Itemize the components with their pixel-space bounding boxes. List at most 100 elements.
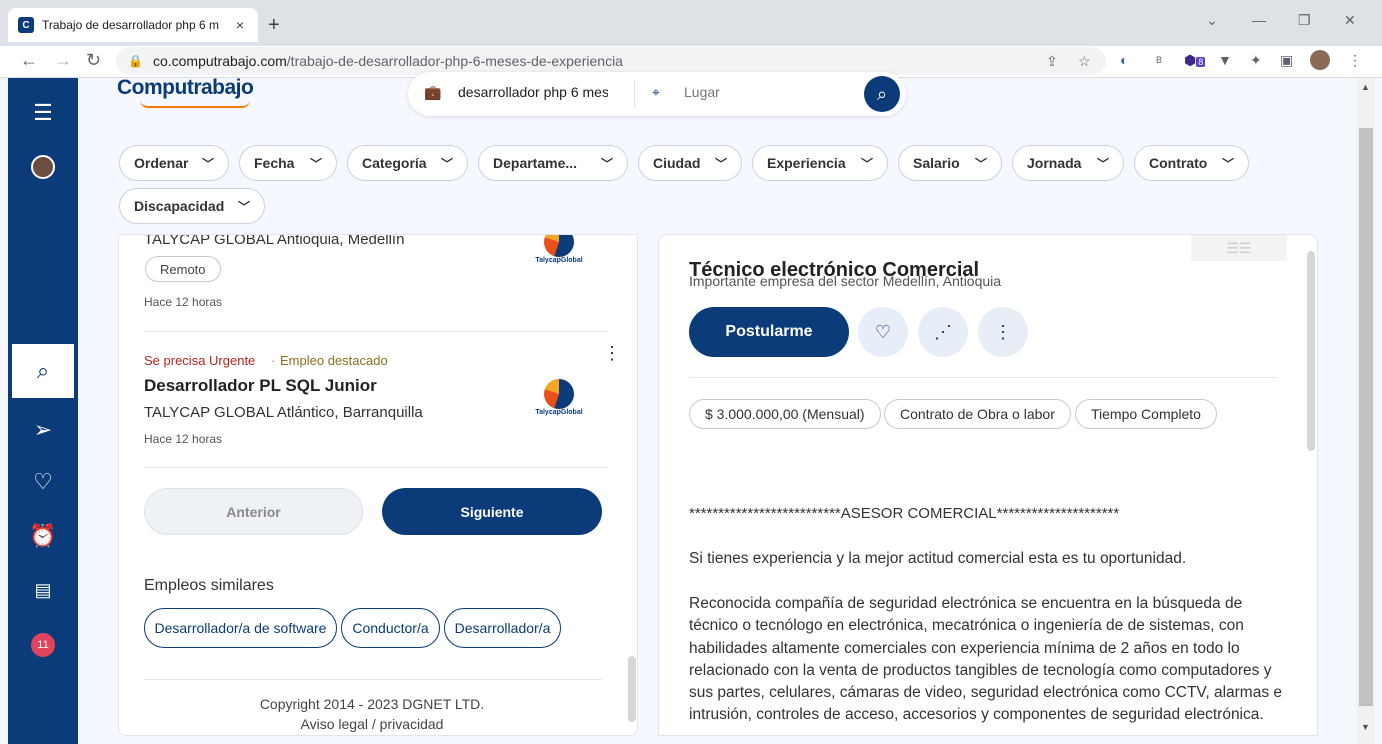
filter-categoria[interactable]: Categoría ﹀ bbox=[347, 145, 468, 181]
talycap-logo: TalycapGlobal bbox=[534, 379, 584, 419]
chevron-down-icon: ﹀ bbox=[1221, 156, 1234, 171]
job-list-scrollbar[interactable] bbox=[628, 656, 636, 722]
job1-company[interactable]: TALYCAP GLOBAL Antioquia, Medellín bbox=[144, 235, 404, 248]
filter-label: Jornada bbox=[1027, 155, 1082, 171]
similar-job-software[interactable]: Desarrollador/a de software bbox=[144, 608, 337, 648]
featured-label: Empleo destacado bbox=[280, 353, 388, 368]
alarm-bell-icon[interactable]: ⏰ bbox=[8, 518, 78, 554]
scroll-up-arrow-icon[interactable]: ▲ bbox=[1361, 82, 1370, 92]
send-icon[interactable]: ➢ bbox=[8, 412, 78, 448]
app-sidebar: ☰ ⌕ ➢ ♡ ⏰ ▤ 11 bbox=[8, 78, 78, 744]
similar-jobs-heading: Empleos similares bbox=[144, 577, 274, 594]
bookmark-star-icon[interactable]: ☆ bbox=[1078, 53, 1091, 70]
computrabajo-logo[interactable]: Computrabajo bbox=[117, 76, 254, 100]
filter-label: Categoría bbox=[362, 155, 427, 171]
share-icon[interactable]: ⋰ bbox=[918, 307, 968, 357]
hamburger-menu-icon[interactable]: ☰ bbox=[8, 98, 78, 128]
forward-icon[interactable]: → bbox=[54, 50, 72, 71]
notifications-item[interactable]: 11 bbox=[8, 630, 78, 660]
apply-button[interactable]: Postularme bbox=[689, 307, 849, 357]
notification-badge: 11 bbox=[31, 633, 55, 657]
resume-search-icon[interactable]: ▤ bbox=[8, 572, 78, 608]
tab-title: Trabajo de desarrollador php 6 m bbox=[42, 18, 219, 32]
job-detail-title: Técnico electrónico Comercial bbox=[689, 259, 980, 281]
scroll-down-arrow-icon[interactable]: ▼ bbox=[1361, 722, 1370, 732]
filter-jornada[interactable]: Jornada ﹀ bbox=[1012, 145, 1124, 181]
job2-title[interactable]: Desarrollador PL SQL Junior bbox=[144, 376, 377, 396]
browser-menu-icon[interactable]: ⋮ bbox=[1348, 52, 1362, 69]
favorite-heart-icon[interactable]: ♡ bbox=[858, 307, 908, 357]
legal-link[interactable]: Aviso legal / privacidad bbox=[119, 716, 632, 732]
chevron-down-icon: ﹀ bbox=[201, 156, 214, 171]
search-input[interactable]: desarrollador php 6 mes bbox=[458, 84, 608, 100]
filter-label: Salario bbox=[913, 155, 960, 171]
filter-salario[interactable]: Salario ﹀ bbox=[898, 145, 1002, 181]
heart-icon[interactable]: ♡ bbox=[8, 464, 78, 500]
divider bbox=[689, 377, 1277, 378]
back-icon[interactable]: ← bbox=[20, 50, 38, 71]
profile-avatar[interactable] bbox=[1310, 50, 1330, 70]
briefcase-icon: 💼 bbox=[424, 84, 442, 100]
chevron-down-icon: ﹀ bbox=[714, 156, 727, 171]
chevron-down-icon: ﹀ bbox=[237, 199, 250, 214]
new-tab-button[interactable]: + bbox=[268, 14, 280, 37]
reload-icon[interactable]: ↻ bbox=[86, 50, 101, 71]
filter-departamento[interactable]: Departame... ﹀ bbox=[478, 145, 628, 181]
lock-icon: 🔒 bbox=[128, 54, 143, 68]
location-input[interactable]: Lugar bbox=[684, 84, 720, 100]
talycap-logo-mark bbox=[544, 235, 574, 257]
divider bbox=[144, 331, 608, 332]
avatar bbox=[31, 155, 55, 179]
schedule-tag: Tiempo Completo bbox=[1075, 399, 1217, 429]
extension-v-icon[interactable]: ▼ bbox=[1218, 52, 1232, 68]
filter-discapacidad[interactable]: Discapacidad ﹀ bbox=[119, 188, 265, 224]
extension-badge: 8 bbox=[1196, 57, 1206, 67]
search-submit-button[interactable]: ⌕ bbox=[864, 76, 900, 112]
search-icon[interactable]: ⌕ bbox=[12, 344, 74, 398]
filter-label: Ciudad bbox=[653, 155, 701, 171]
divider bbox=[144, 467, 608, 468]
job-options-icon[interactable]: ⋮ bbox=[603, 343, 621, 364]
job1-time: Hace 12 horas bbox=[144, 295, 223, 309]
search-bar: 💼 desarrollador php 6 mes ⌖ Lugar ⌕ bbox=[408, 72, 906, 116]
filter-ordenar[interactable]: Ordenar ﹀ bbox=[119, 145, 229, 181]
job2-company[interactable]: TALYCAP GLOBAL Atlántico, Barranquilla bbox=[144, 404, 423, 421]
talycap-logo-mark bbox=[544, 379, 574, 409]
more-options-icon[interactable]: ⋮ bbox=[978, 307, 1028, 357]
filter-contrato[interactable]: Contrato ﹀ bbox=[1134, 145, 1249, 181]
next-page-button[interactable]: Siguiente bbox=[382, 488, 602, 535]
copyright-text: Copyright 2014 - 2023 DGNET LTD. bbox=[259, 696, 485, 712]
tab-search-chevron-icon[interactable]: ⌄ bbox=[1206, 12, 1218, 29]
extension-hexagon-icon[interactable]: ⬢ 8 bbox=[1184, 52, 1206, 69]
minimize-icon[interactable]: — bbox=[1252, 12, 1266, 28]
page-scrollbar-thumb[interactable] bbox=[1359, 128, 1373, 706]
extensions-puzzle-icon[interactable]: ✦ bbox=[1250, 52, 1262, 69]
description-para1: Si tienes experiencia y la mejor actitud… bbox=[689, 550, 1187, 567]
similar-job-conductor[interactable]: Conductor/a bbox=[341, 608, 440, 648]
previous-page-button[interactable]: Anterior bbox=[144, 488, 363, 535]
filter-experiencia[interactable]: Experiencia ﹀ bbox=[752, 145, 888, 181]
chevron-down-icon: ﹀ bbox=[440, 156, 453, 171]
filter-ciudad[interactable]: Ciudad ﹀ bbox=[638, 145, 742, 181]
separator-dot: · bbox=[271, 353, 276, 368]
close-window-icon[interactable]: ✕ bbox=[1344, 12, 1356, 29]
extension-b-icon[interactable]: B bbox=[1156, 55, 1162, 65]
browser-tab[interactable]: C Trabajo de desarrollador php 6 m × bbox=[8, 8, 258, 42]
location-pin-icon: ⌖ bbox=[652, 84, 660, 100]
user-avatar[interactable] bbox=[8, 152, 78, 182]
filter-fecha[interactable]: Fecha ﹀ bbox=[239, 145, 337, 181]
restore-icon[interactable]: ❐ bbox=[1298, 12, 1311, 29]
side-panel-icon[interactable]: ▣ bbox=[1280, 52, 1293, 69]
job-detail-scrollbar[interactable] bbox=[1307, 251, 1315, 451]
talycap-logo-text: TalycapGlobal bbox=[535, 257, 583, 264]
similar-job-developer[interactable]: Desarrollador/a bbox=[444, 608, 561, 648]
salary-tag: $ 3.000.000,00 (Mensual) bbox=[689, 399, 881, 429]
filter-label: Discapacidad bbox=[134, 198, 225, 214]
contract-tag: Contrato de Obra o labor bbox=[884, 399, 1071, 429]
extension-opera-icon[interactable]: ◐ bbox=[1120, 52, 1128, 68]
chevron-down-icon: ﹀ bbox=[600, 156, 613, 171]
tab-close-icon[interactable]: × bbox=[232, 17, 248, 33]
address-bar[interactable]: 🔒 co.computrabajo.com/trabajo-de-desarro… bbox=[116, 47, 1106, 75]
talycap-logo-text: TalycapGlobal bbox=[535, 409, 583, 416]
share-icon[interactable]: ⇪ bbox=[1046, 53, 1058, 70]
